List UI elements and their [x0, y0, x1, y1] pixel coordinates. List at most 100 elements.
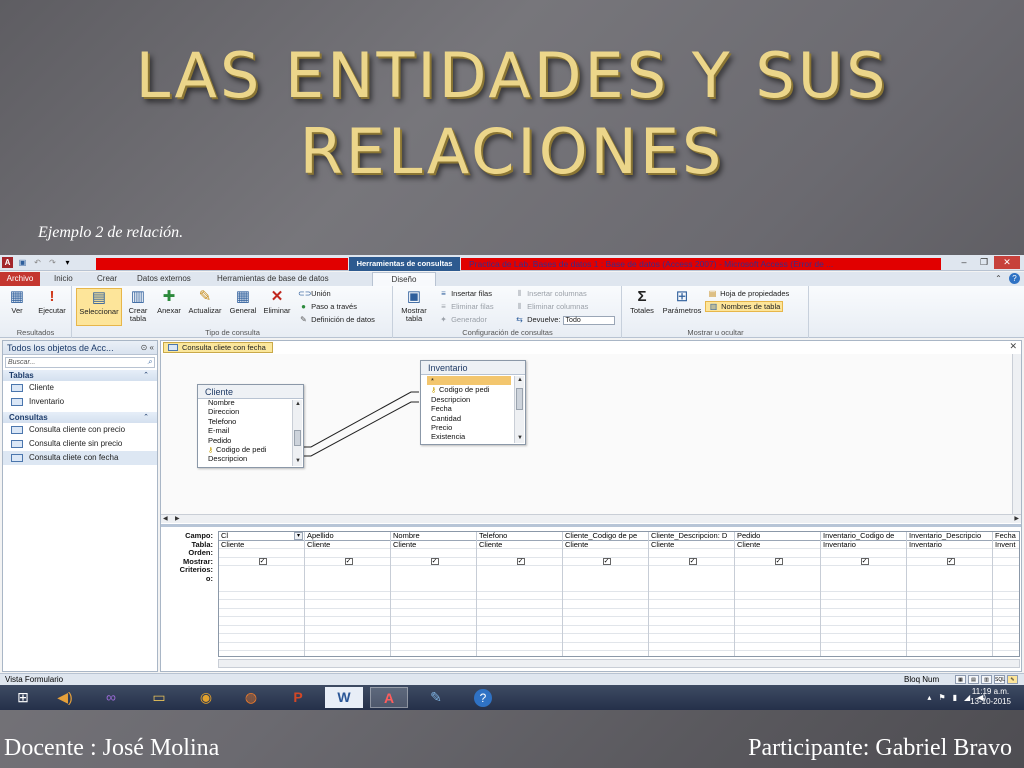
pivot-view-icon[interactable]: ▤ [968, 675, 979, 684]
grid-cell-tabla[interactable]: Cliente [563, 541, 648, 549]
crear-tabla-button[interactable]: ▥ Crear tabla [125, 288, 151, 323]
grid-cell-mostrar[interactable]: ✓ [305, 558, 390, 566]
help-icon[interactable]: ? [1009, 273, 1020, 284]
grid-cell-campo[interactable]: Inventario_Descripcio [907, 532, 992, 541]
field-item[interactable]: Precio [427, 423, 511, 432]
mostrar-checkbox[interactable]: ✓ [860, 558, 869, 565]
ver-button[interactable]: ▦ Ver [4, 288, 30, 315]
scroll-up-icon[interactable]: ▲ [293, 400, 303, 409]
grid-cell-orden[interactable] [477, 549, 562, 558]
scroll-left-icon[interactable]: ◀ [163, 515, 168, 524]
definicion-datos-button[interactable]: ✎ Definición de datos [298, 315, 375, 324]
tab-crear[interactable]: Crear [97, 272, 117, 286]
scroll-thumb[interactable] [294, 430, 301, 446]
nav-item-inventario[interactable]: Inventario [3, 395, 157, 409]
generador-button[interactable]: ✦ Generador [438, 315, 487, 324]
grid-cell-tabla[interactable]: Cliente [305, 541, 390, 549]
pane-splitter[interactable] [161, 524, 1021, 527]
customize-dropdown-icon[interactable]: ▾ [62, 257, 73, 268]
nav-search-input[interactable]: Buscar... ⌕ [5, 357, 155, 368]
close-icon[interactable]: ✕ [994, 256, 1020, 269]
mostrar-checkbox[interactable]: ✓ [344, 558, 353, 565]
grid-cell-campo[interactable]: Cliente_Descripcion: D [649, 532, 734, 541]
grid-hscroll[interactable] [218, 659, 1020, 668]
grid-cell-orden[interactable] [821, 549, 906, 558]
datasheet-view-icon[interactable]: ▦ [955, 675, 966, 684]
seleccionar-button[interactable]: ▤ Seleccionar [76, 288, 122, 326]
grid-cell-mostrar[interactable]: ✓ [735, 558, 820, 566]
grid-cell-orden[interactable] [391, 549, 476, 558]
totales-button[interactable]: Σ Totales [626, 288, 658, 315]
visual-studio-icon[interactable]: ∞ [92, 687, 130, 708]
field-item[interactable]: Descripcion [427, 395, 511, 404]
grid-column[interactable]: Apellido Cliente ✓ [305, 532, 391, 656]
word-icon[interactable]: W [325, 687, 363, 708]
scroll-up-icon[interactable]: ▲ [515, 376, 525, 385]
minimize-icon[interactable]: – [954, 256, 974, 269]
nav-item-cliente[interactable]: Cliente [3, 381, 157, 395]
field-item[interactable]: E-mail [204, 426, 289, 435]
nav-item-consulta-3[interactable]: Consulta cliete con fecha [3, 451, 157, 465]
mostrar-checkbox[interactable]: ✓ [946, 558, 955, 565]
grid-cell-mostrar[interactable]: ✓ [907, 558, 992, 566]
grid-column[interactable]: Telefono Cliente ✓ [477, 532, 563, 656]
grid-cell-orden[interactable] [563, 549, 648, 558]
grid-column[interactable]: Cliente_Codigo de pe Cliente ✓ [563, 532, 649, 656]
mostrar-checkbox[interactable]: ✓ [258, 558, 267, 565]
grid-cell-mostrar[interactable]: ✓ [821, 558, 906, 566]
speaker-icon[interactable]: ◀) [46, 687, 84, 708]
grid-cell-tabla[interactable]: Cliente [649, 541, 734, 549]
union-button[interactable]: ⊂⊃ Unión [298, 289, 331, 298]
ejecutar-button[interactable]: ! Ejecutar [34, 288, 70, 315]
scroll-right-end-icon[interactable]: ▶ [1014, 515, 1019, 524]
field-item[interactable]: Fecha [427, 404, 511, 413]
mostrar-checkbox[interactable]: ✓ [602, 558, 611, 565]
nav-section-tablas[interactable]: Tablas ⌃ [3, 370, 157, 381]
general-button[interactable]: ▦ General [227, 288, 259, 315]
field-item-key[interactable]: ⚷ Codigo de pedi [427, 385, 511, 394]
insertar-filas-button[interactable]: ≡ Insertar filas [438, 289, 492, 298]
field-item-key[interactable]: ⚷ Codigo de pedi [204, 445, 289, 454]
grid-cell-campo[interactable]: Inventario_Codigo de [821, 532, 906, 541]
undo-icon[interactable]: ↶ [32, 257, 43, 268]
help-taskbar-icon[interactable]: ? [464, 687, 502, 708]
nav-collapse-icon[interactable]: « [150, 343, 154, 352]
grid-cell-campo[interactable]: Cliente_Codigo de pe [563, 532, 648, 541]
grid-column[interactable]: Cl ▾ Cliente ✓ [219, 532, 305, 656]
sql-view-button[interactable]: SQL [994, 675, 1005, 684]
grid-cell-campo[interactable]: Fecha [993, 532, 1019, 541]
grid-cell-campo[interactable]: Nombre [391, 532, 476, 541]
flag-icon[interactable]: ⚑ [938, 688, 945, 707]
scroll-right-icon[interactable]: ▶ [175, 515, 180, 524]
eliminar-filas-button[interactable]: ≡ Eliminar filas [438, 302, 493, 311]
firefox-icon[interactable]: ◍ [232, 687, 270, 708]
scroll-thumb[interactable] [516, 388, 523, 410]
tab-inicio[interactable]: Inicio [54, 272, 73, 286]
show-hidden-icons-icon[interactable]: ▴ [927, 688, 931, 707]
save-icon[interactable]: ▣ [17, 257, 28, 268]
scroll-down-icon[interactable]: ▼ [515, 434, 525, 443]
grid-cell-campo[interactable]: Pedido [735, 532, 820, 541]
tab-archivo[interactable]: Archivo [0, 272, 40, 286]
design-view-icon[interactable]: ✎ [1007, 675, 1018, 684]
grid-cell-orden[interactable] [993, 549, 1019, 558]
grid-column[interactable]: Inventario_Codigo de Inventario ✓ [821, 532, 907, 656]
mostrar-checkbox[interactable]: ✓ [516, 558, 525, 565]
redo-icon[interactable]: ↷ [47, 257, 58, 268]
grid-cell-mostrar[interactable]: ✓ [477, 558, 562, 566]
table-box-cliente[interactable]: Cliente Nombre Direccion Telefono E-mail… [197, 384, 304, 468]
grid-cell-orden[interactable] [649, 549, 734, 558]
field-item[interactable]: Descripcion [204, 454, 289, 463]
hoja-propiedades-button[interactable]: ▤ Hoja de propiedades [707, 289, 790, 298]
grid-cell-mostrar[interactable]: ✓ [649, 558, 734, 566]
grid-cell-mostrar[interactable]: ✓ [219, 558, 304, 566]
document-tab[interactable]: Consulta cliete con fecha [163, 342, 273, 353]
minimize-ribbon-icon[interactable]: ⌃ [993, 273, 1004, 284]
nav-header[interactable]: Todos los objetos de Acc... ⊙ « [3, 341, 157, 355]
nombres-tabla-button[interactable]: ▥ Nombres de tabla [705, 301, 784, 312]
anexar-button[interactable]: ✚ Anexar [154, 288, 184, 315]
insertar-columnas-button[interactable]: ⦀ Insertar columnas [514, 289, 587, 298]
grid-column[interactable]: Cliente_Descripcion: D Cliente ✓ [649, 532, 735, 656]
document-close-icon[interactable]: ✕ [1009, 341, 1017, 352]
grid-cell-tabla[interactable]: Invent [993, 541, 1019, 549]
